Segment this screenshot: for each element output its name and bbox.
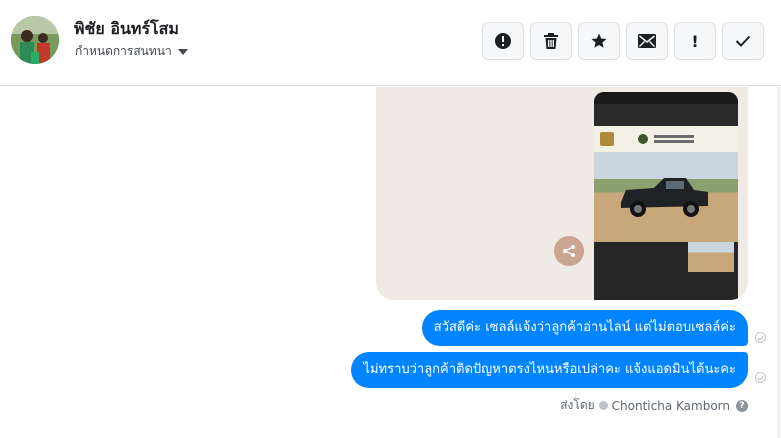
phone-url-bar [594,104,738,126]
report-spam-icon [495,33,511,49]
delivered-check-icon [755,332,766,343]
phone-status-bar [594,92,738,104]
star-button[interactable] [578,22,620,60]
delete-button[interactable] [530,22,572,60]
mark-done-button[interactable] [722,22,764,60]
mail-icon [638,34,656,48]
header-actions: ! [482,22,764,60]
delivered-check-icon [755,372,766,383]
phone-screenshot-image [594,92,738,300]
contact-name: พิชัย อินทร์โสม [74,19,179,38]
share-icon [563,245,575,257]
scrollbar[interactable] [777,87,781,438]
sent-by-info: ส่งโดย Chonticha Kamborn ? [560,396,748,415]
avatar[interactable] [11,16,59,64]
mark-important-button[interactable]: ! [674,22,716,60]
mark-important-icon: ! [691,31,699,51]
caret-down-icon [177,49,188,55]
shared-screenshot-attachment[interactable] [376,87,748,300]
help-icon[interactable]: ? [736,399,748,412]
trash-icon [544,33,558,49]
conversation-header: พิชัย อินทร์โสม กำหนดการสนทนา ! [0,0,781,86]
report-spam-button[interactable] [482,22,524,60]
truck-photo [594,152,738,242]
message-bubble[interactable]: สวัสดีค่ะ เซลล์แจ้งว่าลูกค้าอ่านไลน์ แต่… [421,310,748,346]
assign-label: กำหนดการสนทนา [75,44,172,58]
thumbnail-image [688,242,734,272]
status-icon [598,401,608,410]
checkmark-icon [735,35,751,47]
mark-unread-button[interactable] [626,22,668,60]
brand-icon [638,134,648,144]
sender-name: Chonticha Kamborn [611,398,730,413]
message-bubble[interactable]: ไม่ทราบว่าลูกค้าติดปัญหาตรงไหนหรือเปล่าค… [351,352,748,388]
site-logo-icon [600,132,614,146]
assign-conversation-dropdown[interactable]: กำหนดการสนทนา [75,42,188,61]
star-icon [591,33,607,48]
phone-site-banner [594,126,738,152]
pickup-truck-icon [621,178,708,217]
share-button[interactable] [554,236,584,266]
sent-by-prefix: ส่งโดย [560,398,595,412]
